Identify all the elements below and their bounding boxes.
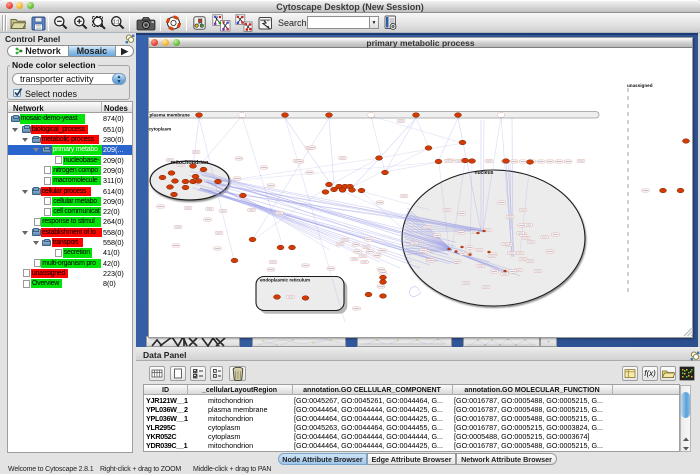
svg-text:mitochondrion: mitochondrion	[171, 160, 209, 166]
svg-text:1:1: 1:1	[113, 19, 120, 25]
svg-text:nucleus: nucleus	[475, 170, 494, 176]
svg-text:unassigned: unassigned	[627, 83, 653, 88]
svg-text:endoplasmic reticulum: endoplasmic reticulum	[260, 278, 310, 283]
svg-text:cytoplasm: cytoplasm	[149, 127, 172, 132]
svg-text:plasma membrane: plasma membrane	[150, 112, 191, 117]
